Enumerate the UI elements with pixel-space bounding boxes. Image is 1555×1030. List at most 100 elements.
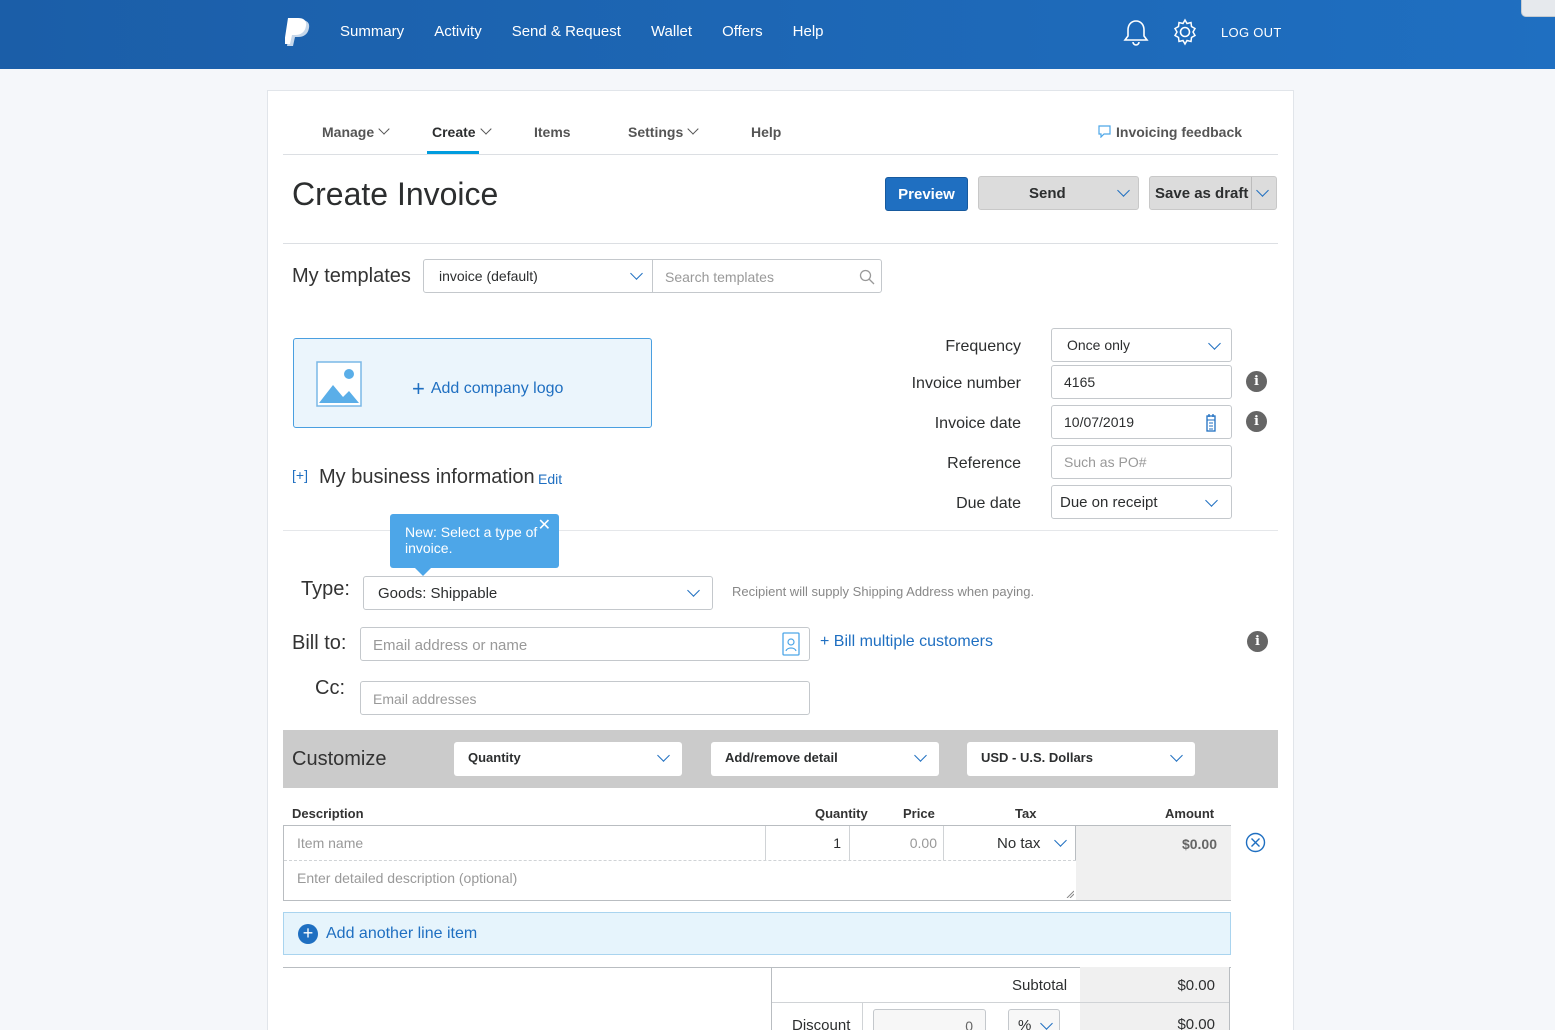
invoice-number-value: 4165 [1064, 374, 1096, 390]
remove-line-icon[interactable] [1245, 832, 1266, 853]
subnav-create-label: Create [432, 124, 476, 140]
bill-to-placeholder: Email address or name [373, 637, 528, 654]
chevron-down-icon[interactable] [1117, 184, 1130, 197]
edit-business-link[interactable]: Edit [538, 471, 562, 487]
invoice-type-select[interactable]: Goods: Shippable [363, 576, 713, 610]
logout-link[interactable]: LOG OUT [1221, 25, 1282, 40]
invoice-type-value: Goods: Shippable [378, 585, 498, 602]
template-search-placeholder: Search templates [665, 269, 774, 285]
nav-summary[interactable]: Summary [340, 23, 404, 40]
info-icon[interactable]: i [1247, 631, 1268, 652]
add-logo-link[interactable]: + Add company logo [412, 373, 564, 401]
nav-offers[interactable]: Offers [722, 23, 763, 40]
reference-input[interactable]: Such as PO# [1051, 445, 1232, 479]
quantity-input[interactable]: 1 [766, 826, 850, 860]
chevron-down-icon [1208, 337, 1221, 350]
discount-value: $0.00 [1177, 1016, 1215, 1030]
preview-button[interactable]: Preview [885, 177, 968, 211]
chevron-down-icon [687, 123, 699, 135]
currency-select[interactable]: USD - U.S. Dollars [967, 742, 1195, 776]
invoicing-feedback-link[interactable]: Invoicing feedback [1098, 124, 1242, 140]
info-icon[interactable]: i [1246, 411, 1267, 432]
col-quantity: Quantity [815, 806, 868, 821]
page-title: Create Invoice [292, 176, 499, 212]
resize-handle-icon[interactable] [1066, 890, 1074, 898]
expand-toggle[interactable]: [+] [292, 467, 308, 483]
chevron-down-icon [1205, 494, 1218, 507]
add-line-item-button[interactable]: + Add another line item [283, 912, 1231, 955]
customize-title: Customize [292, 748, 387, 770]
frequency-label: Frequency [945, 338, 1021, 355]
subnav-manage[interactable]: Manage [322, 123, 390, 140]
discount-input[interactable]: 0 [873, 1009, 986, 1030]
bell-icon[interactable] [1123, 18, 1149, 46]
frequency-value: Once only [1067, 337, 1131, 353]
corner-widget[interactable] [1521, 0, 1555, 17]
divider [283, 243, 1278, 244]
quantity-value: 1 [833, 835, 841, 851]
send-button[interactable]: Send [978, 176, 1139, 210]
subnav-settings-label: Settings [628, 124, 684, 140]
nav-wallet[interactable]: Wallet [651, 23, 692, 40]
template-select[interactable]: invoice (default) [423, 259, 653, 293]
reference-placeholder: Such as PO# [1064, 454, 1147, 470]
chevron-down-icon [479, 123, 492, 135]
nav-send-request[interactable]: Send & Request [512, 23, 621, 40]
cc-input[interactable]: Email addresses [360, 681, 810, 715]
chevron-down-icon[interactable] [1256, 184, 1269, 197]
subnav-settings[interactable]: Settings [628, 123, 699, 140]
split-divider [1251, 177, 1252, 209]
subnav-help[interactable]: Help [751, 124, 781, 140]
subnav-items[interactable]: Items [534, 124, 571, 140]
invoice-subnav: Manage Create Items Settings Help Invoic… [283, 104, 1278, 155]
add-logo-label: Add company logo [430, 380, 564, 397]
template-search-input[interactable]: Search templates [652, 259, 882, 293]
item-description-input[interactable]: Enter detailed description (optional) [284, 860, 1076, 900]
item-name-input[interactable]: Item name [284, 826, 766, 860]
totals-section: Subtotal $0.00 Discount 0 % $0.00 [771, 967, 1230, 1030]
chat-bubble-icon [1098, 125, 1111, 139]
tax-value: No tax [997, 835, 1041, 852]
chevron-down-icon [1170, 749, 1183, 762]
subtotal-value: $0.00 [1177, 977, 1215, 994]
business-info-title: My business information [319, 466, 535, 488]
chevron-down-icon [687, 584, 700, 597]
quantity-select-value: Quantity [468, 750, 521, 765]
bill-multiple-customers-link[interactable]: + Bill multiple customers [820, 633, 993, 651]
info-icon[interactable]: i [1246, 371, 1267, 392]
tooltip-text: New: Select a type of invoice. [405, 524, 538, 556]
add-company-logo-area[interactable]: + Add company logo [293, 338, 652, 428]
invoice-number-input[interactable]: 4165 [1051, 365, 1232, 399]
due-date-select[interactable]: Due on receipt [1051, 485, 1232, 519]
plus-circle-icon: + [298, 924, 318, 944]
feedback-label: Invoicing feedback [1116, 124, 1243, 140]
invoice-number-label: Invoice number [911, 375, 1021, 392]
chevron-down-icon [1040, 1017, 1053, 1030]
invoice-type-tooltip: New: Select a type of invoice. ✕ [390, 514, 559, 576]
send-button-label: Send [1029, 185, 1066, 202]
customize-bar: Customize Quantity Add/remove detail USD… [283, 730, 1278, 788]
subnav-create[interactable]: Create [432, 123, 492, 140]
calendar-icon[interactable] [1206, 414, 1216, 432]
nav-activity[interactable]: Activity [434, 23, 482, 40]
col-description: Description [292, 806, 364, 821]
discount-input-value: 0 [965, 1018, 973, 1030]
type-label: Type: [301, 578, 350, 600]
nav-help[interactable]: Help [793, 23, 824, 40]
frequency-select[interactable]: Once only [1051, 328, 1232, 362]
bill-to-input[interactable]: Email address or name [360, 627, 810, 661]
search-icon[interactable] [859, 269, 875, 285]
price-input[interactable]: 0.00 [850, 826, 944, 860]
tax-select[interactable]: No tax [944, 826, 1076, 860]
close-icon[interactable]: ✕ [538, 518, 551, 534]
contact-book-icon[interactable] [781, 631, 801, 657]
quantity-column-select[interactable]: Quantity [454, 742, 682, 776]
reference-label: Reference [947, 455, 1021, 472]
discount-unit-select[interactable]: % [1008, 1009, 1060, 1030]
templates-label: My templates [292, 265, 411, 287]
gear-icon[interactable] [1171, 18, 1199, 46]
save-draft-button[interactable]: Save as draft [1149, 176, 1277, 210]
detail-select[interactable]: Add/remove detail [711, 742, 939, 776]
invoice-date-input[interactable]: 10/07/2019 [1051, 405, 1232, 439]
paypal-logo-icon[interactable] [285, 18, 311, 48]
